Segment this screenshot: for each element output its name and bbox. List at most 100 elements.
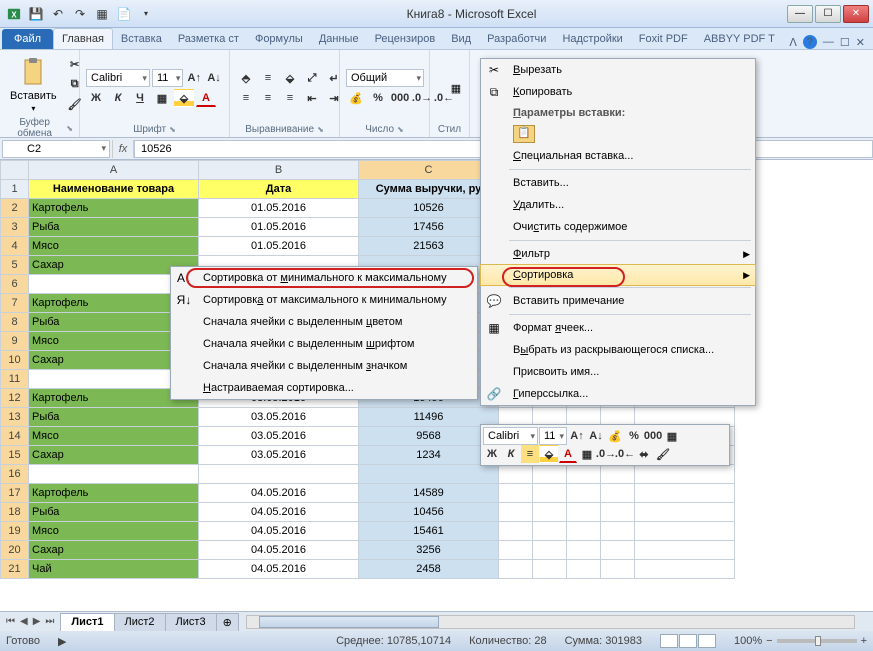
row-header-12[interactable]: 12 (1, 389, 29, 408)
cell-H16[interactable] (635, 465, 735, 484)
cell-A14[interactable]: Мясо (29, 427, 199, 446)
cell-B17[interactable]: 04.05.2016 (199, 484, 359, 503)
row-header-19[interactable]: 19 (1, 522, 29, 541)
mdi-minimize-icon[interactable]: — (823, 36, 834, 48)
font-color-icon[interactable]: A (196, 89, 216, 107)
cell-D19[interactable] (499, 522, 533, 541)
qat-btn-4[interactable]: ▦ (92, 4, 112, 24)
cell-D20[interactable] (499, 541, 533, 560)
underline-button[interactable]: Ч (130, 89, 150, 107)
scrollbar-thumb[interactable] (259, 616, 439, 628)
cell-C16[interactable] (359, 465, 499, 484)
qat-btn-5[interactable]: 📄 (114, 4, 134, 24)
increase-decimal-icon[interactable]: .0→ (412, 89, 432, 107)
row-header-14[interactable]: 14 (1, 427, 29, 446)
row-header-21[interactable]: 21 (1, 560, 29, 579)
number-format-combo[interactable]: Общий (346, 69, 424, 87)
cell-B15[interactable]: 03.05.2016 (199, 446, 359, 465)
cell-A15[interactable]: Сахар (29, 446, 199, 465)
status-macro-icon[interactable]: ▶ (58, 635, 66, 648)
ribbon-tab-6[interactable]: Вид (443, 29, 479, 49)
dialog-launcher-icon[interactable]: ⬊ (66, 124, 73, 133)
align-left-icon[interactable]: ≡ (236, 89, 256, 107)
row-header-15[interactable]: 15 (1, 446, 29, 465)
ribbon-tab-2[interactable]: Разметка ст (170, 29, 247, 49)
zoom-slider[interactable] (777, 639, 857, 643)
cell-B19[interactable]: 04.05.2016 (199, 522, 359, 541)
row-header-18[interactable]: 18 (1, 503, 29, 522)
zoom-level[interactable]: 100% (734, 635, 762, 647)
cell-E16[interactable] (533, 465, 567, 484)
cell-A16[interactable] (29, 465, 199, 484)
cell-B3[interactable]: 01.05.2016 (199, 218, 359, 237)
ribbon-tab-4[interactable]: Данные (311, 29, 367, 49)
sort-item-1[interactable]: Я↓Сортировка от максимального к минималь… (171, 289, 477, 311)
sheet-tab-1[interactable]: Лист2 (114, 613, 166, 631)
mini-shrink-font-icon[interactable]: A↓ (587, 427, 605, 445)
cell-C19[interactable]: 15461 (359, 522, 499, 541)
ribbon-tab-1[interactable]: Вставка (113, 29, 170, 49)
cell-C18[interactable]: 10456 (359, 503, 499, 522)
cell-F21[interactable] (567, 560, 601, 579)
comma-icon[interactable]: 000 (390, 89, 410, 107)
sort-item-0[interactable]: А↓Сортировка от минимального к максималь… (171, 267, 477, 289)
cell-H19[interactable] (635, 522, 735, 541)
mini-painter-icon[interactable]: 🖌 (654, 445, 672, 463)
row-header-10[interactable]: 10 (1, 351, 29, 370)
cell-C13[interactable]: 11496 (359, 408, 499, 427)
ctx-comment[interactable]: 💬Вставить примечание (481, 290, 755, 312)
cell-H18[interactable] (635, 503, 735, 522)
redo-icon[interactable]: ↷ (70, 4, 90, 24)
close-button[interactable]: ✕ (843, 5, 869, 23)
row-header-6[interactable]: 6 (1, 275, 29, 294)
qat-dropdown-icon[interactable]: ▾ (136, 4, 156, 24)
mini-font-combo[interactable]: Calibri (483, 427, 538, 445)
cell-C4[interactable]: 21563 (359, 237, 499, 256)
col-header-B[interactable]: B (199, 161, 359, 180)
ctx-filter[interactable]: Фильтр▶ (481, 243, 755, 265)
file-tab[interactable]: Файл (2, 29, 53, 49)
row-header-2[interactable]: 2 (1, 199, 29, 218)
cell-E19[interactable] (533, 522, 567, 541)
cell-D21[interactable] (499, 560, 533, 579)
name-box[interactable]: C2 (2, 140, 110, 158)
sort-item-5[interactable]: Настраиваемая сортировка... (171, 377, 477, 399)
cell-F19[interactable] (567, 522, 601, 541)
align-center-icon[interactable]: ≡ (258, 89, 278, 107)
cell-D18[interactable] (499, 503, 533, 522)
maximize-button[interactable]: ☐ (815, 5, 841, 23)
ctx-name[interactable]: Присвоить имя... (481, 361, 755, 383)
select-all-corner[interactable] (1, 161, 29, 180)
mini-percent-icon[interactable]: % (625, 427, 643, 445)
new-sheet-tab[interactable]: ⊕ (216, 613, 239, 631)
nav-next-icon[interactable]: ▶ (31, 616, 43, 627)
mini-size-combo[interactable]: 11 (539, 427, 567, 445)
cell-G21[interactable] (601, 560, 635, 579)
page-break-view-icon[interactable] (698, 634, 716, 648)
sheet-tab-0[interactable]: Лист1 (60, 613, 114, 631)
cell-C20[interactable]: 3256 (359, 541, 499, 560)
row-header-4[interactable]: 4 (1, 237, 29, 256)
ctx-hyperlink[interactable]: 🔗Гиперссылка... (481, 383, 755, 405)
cell-A2[interactable]: Картофель (29, 199, 199, 218)
mini-bold-button[interactable]: Ж (483, 445, 501, 463)
normal-view-icon[interactable] (660, 634, 678, 648)
excel-icon[interactable]: X (4, 4, 24, 24)
horizontal-scrollbar[interactable] (246, 615, 855, 629)
decrease-indent-icon[interactable]: ⇤ (302, 89, 322, 107)
cell-G19[interactable] (601, 522, 635, 541)
nav-first-icon[interactable]: ⏮ (4, 616, 17, 627)
mdi-close-icon[interactable]: ✕ (856, 36, 865, 49)
grow-font-icon[interactable]: A↑ (185, 69, 203, 87)
cell-E21[interactable] (533, 560, 567, 579)
sort-item-4[interactable]: Сначала ячейки с выделенным значком (171, 355, 477, 377)
cell-A21[interactable]: Чай (29, 560, 199, 579)
row-header-20[interactable]: 20 (1, 541, 29, 560)
cell-H20[interactable] (635, 541, 735, 560)
fx-button[interactable]: fx (112, 140, 134, 158)
ctx-delete[interactable]: Удалить... (481, 194, 755, 216)
row-header-7[interactable]: 7 (1, 294, 29, 313)
font-name-combo[interactable]: Calibri (86, 69, 150, 87)
page-layout-view-icon[interactable] (679, 634, 697, 648)
dialog-launcher-icon[interactable]: ⬊ (169, 125, 176, 134)
